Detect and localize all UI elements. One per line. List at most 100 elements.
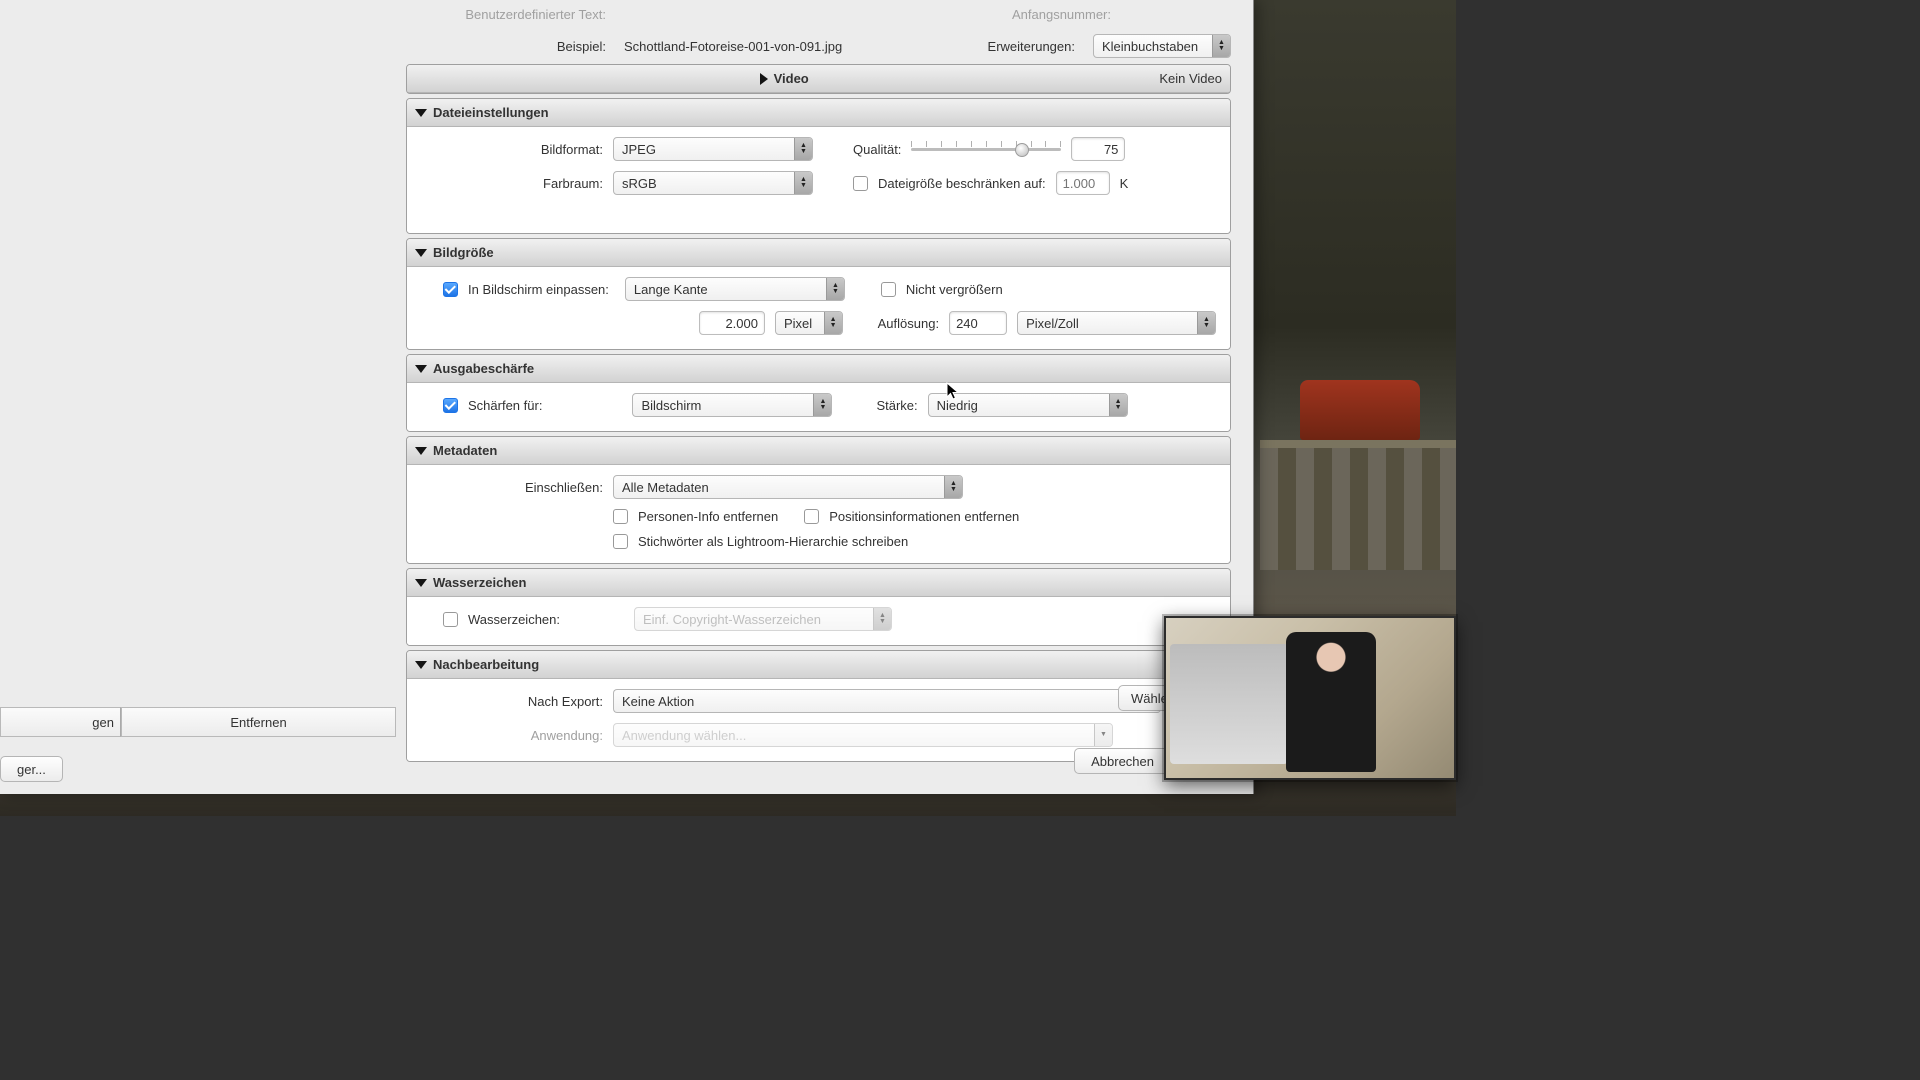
no-enlarge-checkbox[interactable] bbox=[881, 282, 896, 297]
section-post-processing: Nachbearbeitung Nach Export: Keine Aktio… bbox=[406, 650, 1231, 762]
choose-application-label: Wähle bbox=[1131, 691, 1168, 706]
dimension-unit-select[interactable]: Pixel▲▼ bbox=[775, 311, 843, 335]
section-post-title: Nachbearbeitung bbox=[433, 657, 539, 672]
section-meta-title: Metadaten bbox=[433, 443, 497, 458]
cancel-label: Abbrechen bbox=[1091, 754, 1154, 769]
stepper-icon: ▲▼ bbox=[824, 312, 842, 334]
stepper-icon: ▲▼ bbox=[794, 138, 812, 160]
colorspace-select[interactable]: sRGB▲▼ bbox=[613, 171, 813, 195]
extensions-select[interactable]: Kleinbuchstaben▲▼ bbox=[1093, 34, 1231, 58]
colorspace-label: Farbraum: bbox=[421, 176, 603, 191]
disclosure-right-icon bbox=[760, 73, 768, 85]
custom-text-label: Benutzerdefinierter Text: bbox=[406, 7, 606, 22]
remove-preset-label: Entfernen bbox=[230, 715, 286, 730]
dialog-footer: Abbrechen Exp bbox=[406, 748, 1227, 774]
section-watermark-header[interactable]: Wasserzeichen bbox=[407, 569, 1230, 597]
section-post-header[interactable]: Nachbearbeitung bbox=[407, 651, 1230, 679]
extensions-value: Kleinbuchstaben bbox=[1094, 39, 1212, 54]
section-sharpen-title: Ausgabeschärfe bbox=[433, 361, 534, 376]
disclosure-down-icon bbox=[415, 109, 427, 117]
example-label: Beispiel: bbox=[406, 39, 606, 54]
photo-car bbox=[1300, 380, 1420, 440]
metadata-include-value: Alle Metadaten bbox=[614, 480, 944, 495]
after-export-select[interactable]: Keine Aktion bbox=[613, 689, 1161, 713]
limit-filesize-checkbox[interactable] bbox=[853, 176, 868, 191]
slider-knob[interactable] bbox=[1015, 143, 1029, 157]
remove-location-label: Positionsinformationen entfernen bbox=[829, 509, 1019, 524]
stepper-icon: ▲▼ bbox=[1212, 35, 1230, 57]
resize-mode-select[interactable]: Lange Kante▲▼ bbox=[625, 277, 845, 301]
watermark-value: Einf. Copyright-Wasserzeichen bbox=[635, 612, 873, 627]
section-video-header[interactable]: Video Kein Video bbox=[407, 65, 1230, 93]
stepper-icon: ▲▼ bbox=[813, 394, 831, 416]
colorspace-value: sRGB bbox=[614, 176, 794, 191]
remove-person-label: Personen-Info entfernen bbox=[638, 509, 778, 524]
stepper-icon: ▲▼ bbox=[826, 278, 844, 300]
disclosure-down-icon bbox=[415, 365, 427, 373]
quality-input[interactable] bbox=[1071, 137, 1125, 161]
disclosure-down-icon bbox=[415, 579, 427, 587]
webcam-overlay bbox=[1164, 616, 1456, 780]
dropdown-icon: ▼ bbox=[1094, 724, 1112, 746]
example-filename: Schottland-Fotoreise-001-von-091.jpg bbox=[624, 39, 842, 54]
resize-checkbox[interactable] bbox=[443, 282, 458, 297]
stepper-icon: ▲▼ bbox=[944, 476, 962, 498]
no-enlarge-label: Nicht vergrößern bbox=[906, 282, 1003, 297]
section-size-header[interactable]: Bildgröße bbox=[407, 239, 1230, 267]
dimension-unit-value: Pixel bbox=[776, 316, 824, 331]
section-file-settings: Dateieinstellungen Bildformat: JPEG▲▼ Qu… bbox=[406, 98, 1231, 234]
quality-slider[interactable] bbox=[911, 139, 1061, 159]
stepper-icon: ▲▼ bbox=[873, 608, 891, 630]
stepper-icon: ▲▼ bbox=[794, 172, 812, 194]
add-preset-label: gen bbox=[92, 715, 114, 730]
remove-location-checkbox[interactable] bbox=[804, 509, 819, 524]
sharpen-for-value: Bildschirm bbox=[633, 398, 813, 413]
section-image-size: Bildgröße In Bildschirm einpassen: Lange… bbox=[406, 238, 1231, 350]
resolution-input[interactable] bbox=[949, 311, 1007, 335]
dimension-input[interactable] bbox=[699, 311, 765, 335]
disclosure-down-icon bbox=[415, 447, 427, 455]
section-video-status: Kein Video bbox=[1159, 71, 1222, 86]
sharpen-for-label: Schärfen für: bbox=[468, 398, 542, 413]
resize-label: In Bildschirm einpassen: bbox=[468, 282, 609, 297]
section-sharpen-header[interactable]: Ausgabeschärfe bbox=[407, 355, 1230, 383]
section-video: Video Kein Video bbox=[406, 64, 1231, 94]
sharpen-amount-select[interactable]: Niedrig▲▼ bbox=[928, 393, 1128, 417]
metadata-include-select[interactable]: Alle Metadaten▲▼ bbox=[613, 475, 963, 499]
section-watermark: Wasserzeichen Wasserzeichen: Einf. Copyr… bbox=[406, 568, 1231, 646]
stepper-icon: ▲▼ bbox=[1197, 312, 1215, 334]
watermark-select: Einf. Copyright-Wasserzeichen▲▼ bbox=[634, 607, 892, 631]
watermark-checkbox[interactable] bbox=[443, 612, 458, 627]
export-dialog: gen Entfernen ger... Benutzerdefinierter… bbox=[0, 0, 1254, 794]
section-output-sharpening: Ausgabeschärfe Schärfen für: Bildschirm▲… bbox=[406, 354, 1231, 432]
metadata-include-label: Einschließen: bbox=[421, 480, 603, 495]
sharpen-for-select[interactable]: Bildschirm▲▼ bbox=[632, 393, 832, 417]
add-preset-button[interactable]: gen bbox=[0, 707, 121, 737]
section-video-title: Video bbox=[774, 71, 809, 86]
resolution-unit-value: Pixel/Zoll bbox=[1018, 316, 1197, 331]
naming-remainder: Benutzerdefinierter Text: Anfangsnummer:… bbox=[406, 0, 1231, 60]
limit-filesize-input[interactable] bbox=[1056, 171, 1110, 195]
quality-label: Qualität: bbox=[853, 142, 901, 157]
webcam-person bbox=[1286, 632, 1376, 772]
image-format-select[interactable]: JPEG▲▼ bbox=[613, 137, 813, 161]
resolution-unit-select[interactable]: Pixel/Zoll▲▼ bbox=[1017, 311, 1216, 335]
extensions-label: Erweiterungen: bbox=[988, 39, 1075, 54]
section-meta-header[interactable]: Metadaten bbox=[407, 437, 1230, 465]
application-select: Anwendung wählen...▼ bbox=[613, 723, 1113, 747]
remove-person-checkbox[interactable] bbox=[613, 509, 628, 524]
image-format-label: Bildformat: bbox=[421, 142, 603, 157]
section-file-title: Dateieinstellungen bbox=[433, 105, 549, 120]
sharpen-checkbox[interactable] bbox=[443, 398, 458, 413]
remove-preset-button[interactable]: Entfernen bbox=[121, 707, 396, 737]
cancel-button[interactable]: Abbrechen bbox=[1074, 748, 1171, 774]
after-export-value: Keine Aktion bbox=[614, 694, 1161, 709]
limit-filesize-label: Dateigröße beschränken auf: bbox=[878, 176, 1046, 191]
plugin-manager-label: ger... bbox=[17, 762, 46, 777]
disclosure-down-icon bbox=[415, 249, 427, 257]
stepper-icon: ▲▼ bbox=[1109, 394, 1127, 416]
plugin-manager-button[interactable]: ger... bbox=[0, 756, 63, 782]
section-metadata: Metadaten Einschließen: Alle Metadaten▲▼… bbox=[406, 436, 1231, 564]
section-file-header[interactable]: Dateieinstellungen bbox=[407, 99, 1230, 127]
keyword-hierarchy-checkbox[interactable] bbox=[613, 534, 628, 549]
